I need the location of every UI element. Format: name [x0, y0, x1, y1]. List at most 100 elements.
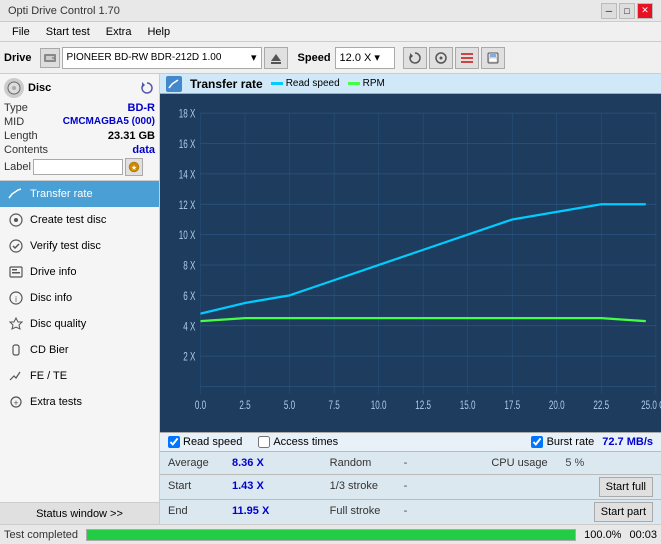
progressbar: [86, 529, 576, 541]
drive-combo-text: PIONEER BD-RW BDR-212D 1.00: [67, 52, 222, 63]
drive-info-icon: [8, 264, 24, 280]
cpu-usage-label: CPU usage: [491, 457, 561, 469]
checkbox-burst-rate-label: Burst rate: [547, 436, 595, 448]
average-label: Average: [168, 457, 228, 469]
disc-mid-value: CMCMAGBA5 (000): [63, 116, 155, 128]
close-button[interactable]: ✕: [637, 3, 653, 19]
menu-file[interactable]: File: [4, 24, 38, 40]
stats-col-3-2: Full stroke -: [330, 502, 492, 522]
nav-fe-te[interactable]: FE / TE: [0, 363, 159, 389]
legend-read-speed: Read speed: [271, 78, 340, 89]
nav-drive-info-label: Drive info: [30, 266, 76, 278]
average-value: 8.36 X: [232, 457, 272, 469]
disc-label-input[interactable]: [33, 159, 123, 175]
disc-label-row: Label ★: [4, 158, 155, 176]
save-button[interactable]: [481, 47, 505, 69]
svg-text:22.5: 22.5: [593, 400, 609, 413]
svg-text:10.0: 10.0: [371, 400, 387, 413]
cpu-usage-value: 5 %: [565, 457, 595, 469]
chart-area: Transfer rate Read speed RPM: [160, 74, 661, 524]
drive-select-group: PIONEER BD-RW BDR-212D 1.00 ▾: [40, 47, 288, 69]
refresh-button[interactable]: [403, 47, 427, 69]
maximize-button[interactable]: □: [619, 3, 635, 19]
nav-extra-tests[interactable]: + Extra tests: [0, 389, 159, 415]
disc-label-button[interactable]: ★: [125, 158, 143, 176]
checkbox-access-times-input[interactable]: [258, 436, 270, 448]
checkbox-read-speed: Read speed: [168, 436, 242, 448]
disc-refresh-icon: [139, 80, 155, 96]
status-window-button[interactable]: Status window >>: [0, 502, 159, 524]
svg-text:12.5: 12.5: [415, 400, 431, 413]
statusbar-percent: 100.0%: [584, 529, 621, 541]
checkbox-read-speed-input[interactable]: [168, 436, 180, 448]
settings-button[interactable]: [455, 47, 479, 69]
svg-text:2.5: 2.5: [239, 400, 250, 413]
start-full-button[interactable]: Start full: [599, 477, 653, 497]
nav-verify-test-disc[interactable]: Verify test disc: [0, 233, 159, 259]
svg-text:10 X: 10 X: [179, 230, 196, 243]
drive-combo[interactable]: PIONEER BD-RW BDR-212D 1.00 ▾: [62, 47, 262, 69]
disc-type-label: Type: [4, 102, 28, 114]
third-stroke-label: 1/3 stroke: [330, 480, 400, 492]
end-cell: End 11.95 X: [168, 502, 330, 520]
stats-col-2-3: Start full: [491, 477, 653, 497]
start-value: 1.43 X: [232, 480, 272, 492]
legend-rpm-label: RPM: [363, 78, 385, 89]
disc-mid-row: MID CMCMAGBA5 (000): [4, 116, 155, 128]
full-stroke-label: Full stroke: [330, 505, 400, 517]
disc-button[interactable]: [429, 47, 453, 69]
stats-col-2-2: 1/3 stroke -: [330, 477, 492, 497]
nav-extra-tests-label: Extra tests: [30, 396, 82, 408]
speed-combo-text: 12.0 X ▾: [340, 51, 380, 64]
nav-disc-quality[interactable]: Disc quality: [0, 311, 159, 337]
disc-panel-title: Disc: [28, 82, 51, 94]
legend-rpm: RPM: [348, 78, 385, 89]
svg-text:4 X: 4 X: [183, 321, 195, 334]
burst-rate-value: 72.7 MB/s: [602, 436, 653, 448]
svg-text:8 X: 8 X: [183, 260, 195, 273]
nav-drive-info[interactable]: Drive info: [0, 259, 159, 285]
menu-help[interactable]: Help: [139, 24, 178, 40]
toolbar: Drive PIONEER BD-RW BDR-212D 1.00 ▾ Spee…: [0, 42, 661, 74]
disc-header: Disc: [4, 78, 155, 98]
chart-svg: 18 X 16 X 14 X 12 X 10 X 8 X 6 X 4 X 2 X…: [160, 98, 661, 432]
stats-col-1-1: Average 8.36 X: [168, 454, 330, 472]
checkbox-access-times: Access times: [258, 436, 338, 448]
checkbox-burst-rate-input[interactable]: [531, 436, 543, 448]
nav-cd-bier[interactable]: CD Bier: [0, 337, 159, 363]
transfer-rate-icon: [8, 186, 24, 202]
svg-text:14 X: 14 X: [179, 169, 196, 182]
svg-text:20.0: 20.0: [549, 400, 565, 413]
third-stroke-value: -: [404, 480, 434, 492]
disc-length-value: 23.31 GB: [108, 130, 155, 142]
disc-contents-label: Contents: [4, 144, 48, 156]
speed-label: Speed: [298, 52, 331, 64]
svg-text:6 X: 6 X: [183, 291, 195, 304]
stats-row-1: Average 8.36 X Random - CPU usage 5 %: [160, 452, 661, 475]
start-cell: Start 1.43 X: [168, 477, 330, 495]
menu-start-test[interactable]: Start test: [38, 24, 98, 40]
start-part-button[interactable]: Start part: [594, 502, 653, 522]
nav-disc-info-label: Disc info: [30, 292, 72, 304]
random-cell: Random -: [330, 454, 492, 472]
svg-text:2 X: 2 X: [183, 351, 195, 364]
svg-text:16 X: 16 X: [179, 139, 196, 152]
create-test-disc-icon: [8, 212, 24, 228]
main-layout: Disc Type BD-R MID CMCMAGBA5 (000) Lengt…: [0, 74, 661, 524]
stats-col-1-2: Random -: [330, 454, 492, 472]
disc-mid-label: MID: [4, 116, 24, 128]
nav-disc-info[interactable]: i Disc info: [0, 285, 159, 311]
verify-test-disc-icon: [8, 238, 24, 254]
checkbox-access-times-label: Access times: [273, 436, 338, 448]
menu-extra[interactable]: Extra: [98, 24, 140, 40]
nav-disc-quality-label: Disc quality: [30, 318, 86, 330]
minimize-button[interactable]: ─: [601, 3, 617, 19]
statusbar-time: 00:03: [629, 529, 657, 541]
disc-contents-value: data: [132, 144, 155, 156]
speed-combo[interactable]: 12.0 X ▾: [335, 47, 395, 69]
nav-transfer-rate[interactable]: Transfer rate: [0, 181, 159, 207]
nav-fe-te-label: FE / TE: [30, 370, 67, 382]
end-label: End: [168, 505, 228, 517]
eject-button[interactable]: [264, 47, 288, 69]
nav-create-test-disc[interactable]: Create test disc: [0, 207, 159, 233]
